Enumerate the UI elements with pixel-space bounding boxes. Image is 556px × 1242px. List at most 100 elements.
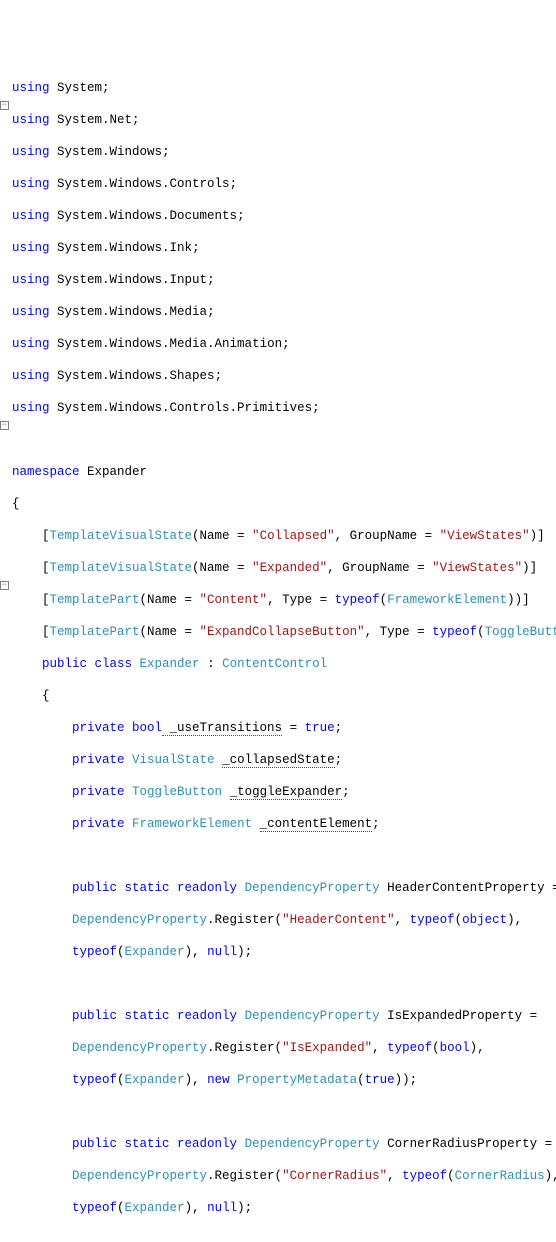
text: ( <box>357 1073 365 1087</box>
namespace: System.Windows.Input <box>57 273 207 287</box>
keyword: public static readonly <box>72 1137 237 1151</box>
code-line[interactable]: public static readonly DependencyPropert… <box>12 1136 556 1152</box>
text: , <box>372 1041 387 1055</box>
type: DependencyProperty <box>72 1041 207 1055</box>
keyword: using <box>12 81 50 95</box>
string: "ViewStates" <box>440 529 530 543</box>
fold-toggle-icon[interactable]: − <box>0 421 9 430</box>
code-line[interactable]: DependencyProperty.Register("IsExpanded"… <box>12 1040 556 1056</box>
code-line[interactable]: DependencyProperty.Register("CornerRadiu… <box>12 1168 556 1184</box>
keyword: using <box>12 305 50 319</box>
identifier: _contentElement <box>260 817 373 832</box>
code-line[interactable]: using System.Windows.Input; <box>12 272 556 288</box>
type: DependencyProperty <box>72 913 207 927</box>
blank-line[interactable] <box>12 848 556 864</box>
code-line[interactable]: using System; <box>12 80 556 96</box>
code-line[interactable]: [TemplatePart(Name = "ExpandCollapseButt… <box>12 624 556 640</box>
text: .Register( <box>207 1169 282 1183</box>
keyword: private <box>72 785 125 799</box>
text: ; <box>335 721 343 735</box>
code-line[interactable]: [TemplateVisualState(Name = "Collapsed",… <box>12 528 556 544</box>
keyword: typeof <box>335 593 380 607</box>
text: IsExpandedProperty = <box>380 1009 538 1023</box>
code-line[interactable]: private FrameworkElement _contentElement… <box>12 816 556 832</box>
text: (Name = <box>192 529 252 543</box>
text: ( <box>117 1073 125 1087</box>
code-line[interactable]: using System.Windows.Ink; <box>12 240 556 256</box>
keyword: private <box>72 817 125 831</box>
text: .Register( <box>207 913 282 927</box>
code-line[interactable]: typeof(Expander), null); <box>12 1200 556 1216</box>
blank-line[interactable] <box>12 1104 556 1120</box>
code-line[interactable]: using System.Windows.Shapes; <box>12 368 556 384</box>
type: TemplateVisualState <box>50 561 193 575</box>
code-line[interactable]: using System.Windows.Controls.Primitives… <box>12 400 556 416</box>
code-area[interactable]: using System; using System.Net; using Sy… <box>10 64 556 1242</box>
code-line[interactable]: private ToggleButton _toggleExpander; <box>12 784 556 800</box>
code-line[interactable]: public static readonly DependencyPropert… <box>12 880 556 896</box>
string: "CornerRadius" <box>282 1169 387 1183</box>
type: FrameworkElement <box>132 817 252 831</box>
string: "ExpandCollapseButton" <box>200 625 365 639</box>
code-line[interactable]: DependencyProperty.Register("HeaderConte… <box>12 912 556 928</box>
blank-line[interactable] <box>12 976 556 992</box>
text: ( <box>455 913 463 927</box>
type: ToggleButton <box>485 625 556 639</box>
keyword: public static readonly <box>72 1009 237 1023</box>
keyword: typeof <box>72 1201 117 1215</box>
text: ); <box>237 1201 252 1215</box>
text: , Type = <box>365 625 433 639</box>
code-line[interactable]: private VisualState _collapsedState; <box>12 752 556 768</box>
code-line[interactable]: { <box>12 688 556 704</box>
keyword: using <box>12 401 50 415</box>
type: Expander <box>125 945 185 959</box>
blank-line[interactable] <box>12 432 556 448</box>
namespace: System.Windows.Controls <box>57 177 230 191</box>
string: "ViewStates" <box>432 561 522 575</box>
keyword: using <box>12 273 50 287</box>
keyword: typeof <box>72 1073 117 1087</box>
text: (Name = <box>140 625 200 639</box>
namespace: System.Windows <box>57 145 162 159</box>
namespace: System.Windows.Documents <box>57 209 237 223</box>
code-line[interactable]: using System.Windows.Documents; <box>12 208 556 224</box>
fold-toggle-icon[interactable]: − <box>0 581 9 590</box>
namespace: System.Windows.Media <box>57 305 207 319</box>
code-line[interactable]: [TemplatePart(Name = "Content", Type = t… <box>12 592 556 608</box>
code-line[interactable]: using System.Net; <box>12 112 556 128</box>
text: HeaderContentProperty = <box>380 881 556 895</box>
namespace: System <box>57 81 102 95</box>
text: , GroupName = <box>335 529 440 543</box>
namespace: System.Windows.Media.Animation <box>57 337 282 351</box>
code-line[interactable]: namespace Expander <box>12 464 556 480</box>
text: ); <box>237 945 252 959</box>
text: ( <box>447 1169 455 1183</box>
code-line[interactable]: using System.Windows.Controls; <box>12 176 556 192</box>
code-line[interactable]: typeof(Expander), null); <box>12 944 556 960</box>
code-editor[interactable]: − − − using System; using System.Net; us… <box>0 64 556 1242</box>
text: )] <box>530 529 545 543</box>
keyword: true <box>365 1073 395 1087</box>
keyword: public class <box>42 657 132 671</box>
code-line[interactable]: [TemplateVisualState(Name = "Expanded", … <box>12 560 556 576</box>
text: (Name = <box>140 593 200 607</box>
ns-name: Expander <box>80 465 148 479</box>
code-line[interactable]: typeof(Expander), new PropertyMetadata(t… <box>12 1072 556 1088</box>
text: ( <box>380 593 388 607</box>
keyword: public static readonly <box>72 881 237 895</box>
text: ), <box>185 1201 208 1215</box>
fold-toggle-icon[interactable]: − <box>0 101 9 110</box>
namespace: System.Net <box>57 113 132 127</box>
text: , Type = <box>267 593 335 607</box>
blank-line[interactable] <box>12 1232 556 1242</box>
code-line[interactable]: using System.Windows.Media.Animation; <box>12 336 556 352</box>
namespace: System.Windows.Shapes <box>57 369 215 383</box>
code-line[interactable]: private bool _useTransitions = true; <box>12 720 556 736</box>
string: "IsExpanded" <box>282 1041 372 1055</box>
code-line[interactable]: { <box>12 496 556 512</box>
code-line[interactable]: using System.Windows.Media; <box>12 304 556 320</box>
code-line[interactable]: public static readonly DependencyPropert… <box>12 1008 556 1024</box>
code-line[interactable]: using System.Windows; <box>12 144 556 160</box>
brace: { <box>42 689 50 703</box>
code-line[interactable]: public class Expander : ContentControl <box>12 656 556 672</box>
